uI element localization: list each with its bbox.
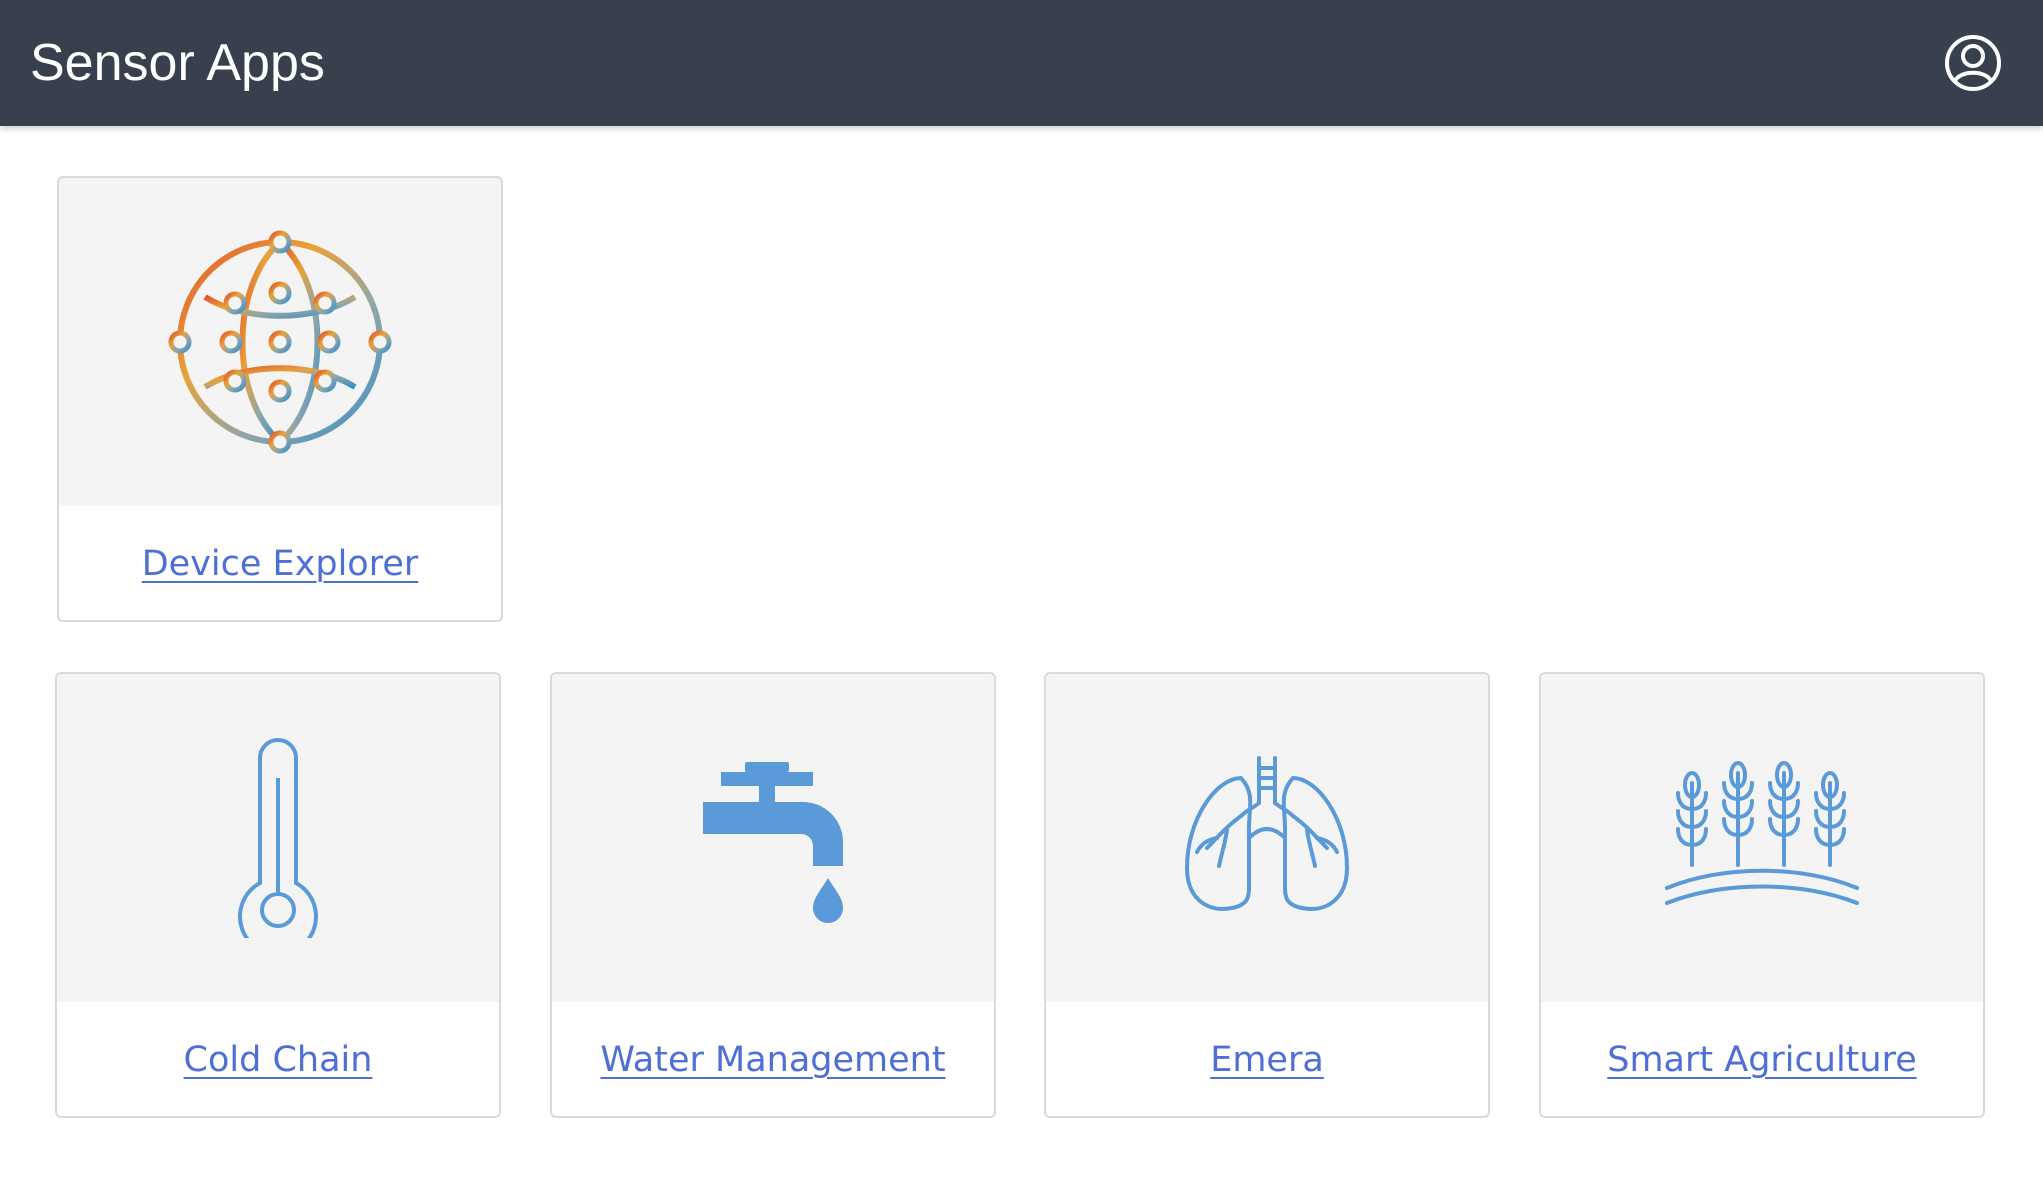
- app-card-label: Smart Agriculture: [1541, 1002, 1983, 1116]
- wheat-icon: [1665, 761, 1859, 905]
- app-card-label: Cold Chain: [57, 1002, 499, 1116]
- app-header: Sensor Apps: [0, 0, 2043, 126]
- app-card-label: Device Explorer: [59, 506, 501, 620]
- app-card-image: [552, 674, 994, 1002]
- cold-chain-link[interactable]: Cold Chain: [184, 1040, 373, 1080]
- emera-link[interactable]: Emera: [1210, 1040, 1324, 1080]
- app-card-image: [1046, 674, 1488, 1002]
- device-explorer-link[interactable]: Device Explorer: [142, 544, 419, 584]
- app-card-cold-chain[interactable]: Cold Chain: [55, 672, 501, 1118]
- app-card-device-explorer[interactable]: Device Explorer: [57, 176, 503, 622]
- globe-network-icon: [168, 230, 392, 454]
- app-card-smart-agriculture[interactable]: Smart Agriculture: [1539, 672, 1985, 1118]
- faucet-icon: [703, 762, 843, 923]
- smart-agriculture-link[interactable]: Smart Agriculture: [1607, 1040, 1916, 1080]
- lungs-icon: [1185, 756, 1349, 911]
- app-card-label: Emera: [1046, 1002, 1488, 1116]
- app-card-image: [57, 674, 499, 1002]
- app-card-water-management[interactable]: Water Management: [550, 672, 996, 1118]
- user-circle-icon[interactable]: [1944, 34, 2002, 92]
- app-card-emera[interactable]: Emera: [1044, 672, 1490, 1118]
- app-card-image: [59, 178, 501, 506]
- app-title: Sensor Apps: [30, 34, 325, 92]
- water-management-link[interactable]: Water Management: [600, 1040, 945, 1080]
- thermometer-icon: [238, 738, 318, 938]
- app-card-label: Water Management: [552, 1002, 994, 1116]
- app-card-image: [1541, 674, 1983, 1002]
